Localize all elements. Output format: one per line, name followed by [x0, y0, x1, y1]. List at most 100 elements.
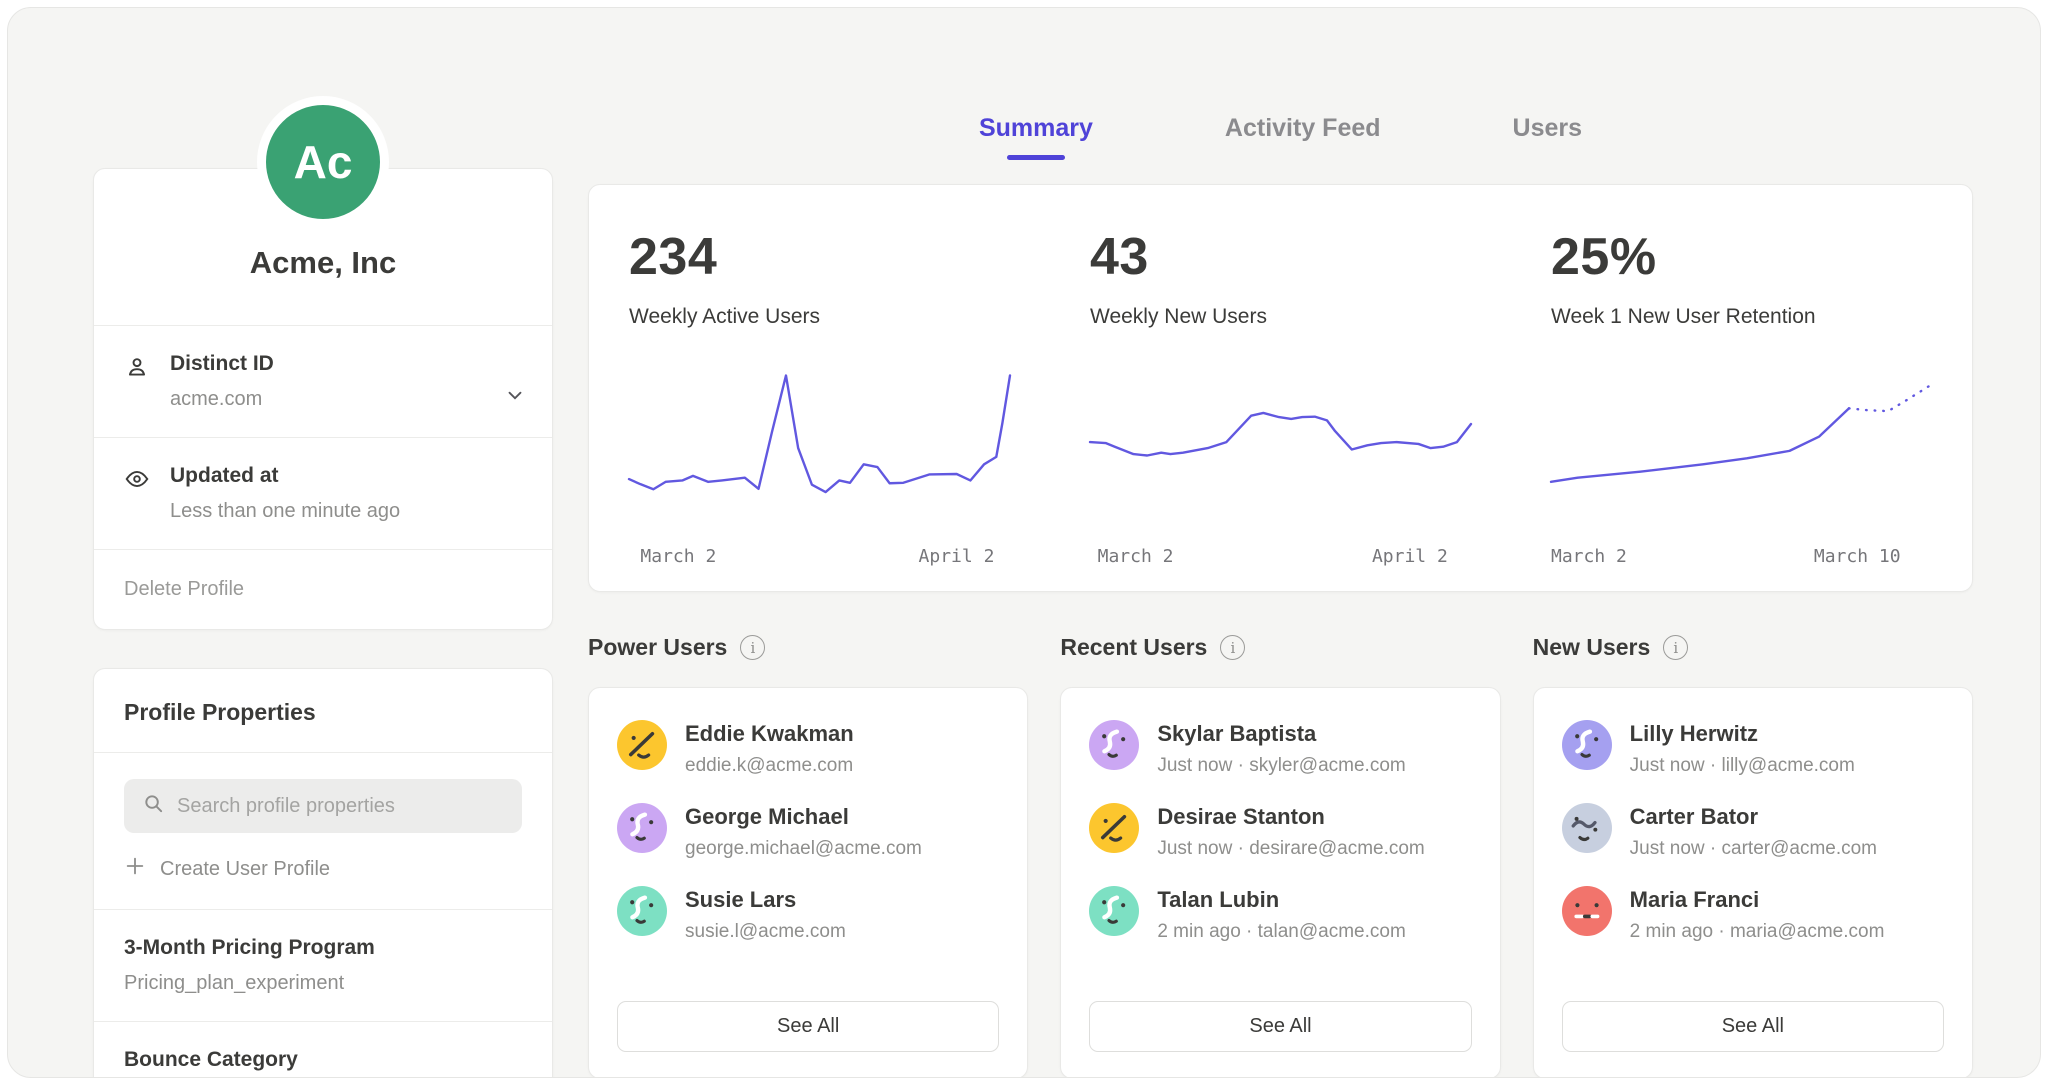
list-header: Recent Users i [1060, 634, 1500, 661]
list-header: Power Usersi [588, 634, 1028, 661]
see-all-button[interactable]: See All [617, 1001, 999, 1052]
updated-at-label: Updated at [170, 464, 400, 488]
updated-at-value: Less than one minute ago [170, 500, 400, 523]
list-title: New Users [1533, 634, 1651, 661]
org-name: Acme, Inc [94, 245, 552, 325]
line-chart-svg [1551, 363, 1932, 511]
see-all-button[interactable]: See All [1562, 1001, 1944, 1052]
plus-icon [124, 855, 146, 883]
user-subtext: 2 min ago · maria@acme.com [1630, 921, 1885, 943]
user-list-card: Eddie Kwakman eddie.k@acme.com George Mich… [588, 687, 1028, 1078]
user-subtext: george.michael@acme.com [685, 838, 922, 860]
stat-panel: 25%Week 1 New User RetentionMarch 2March… [1511, 185, 1972, 591]
window-frame: Ac Acme, Inc Distinct ID acme.com [0, 0, 2048, 1085]
user-lists-row: Power Usersi Eddie Kwakman eddie.k@acme.co… [588, 634, 1973, 1078]
profile-properties-card: Profile Properties [93, 668, 553, 1078]
user-row[interactable]: Maria Franci2 min ago · maria@acme.com [1562, 886, 1944, 943]
line-chart: March 2 April 2 [629, 363, 1010, 567]
user-info: Skylar BaptistaJust now · skyler@acme.co… [1157, 720, 1405, 777]
stat-label: Weekly Active Users [629, 305, 1010, 329]
stat-panel: 43Weekly New UsersMarch 2April 2 [1050, 185, 1511, 591]
line-chart-svg [629, 363, 1010, 511]
x-axis-ticks: March 2 March 10 [1551, 533, 1932, 567]
stat-value: 25% [1551, 227, 1932, 287]
squiggle-face-icon [1089, 720, 1139, 770]
stat-value: 234 [629, 227, 1010, 287]
person-icon [124, 352, 150, 411]
squiggle-face-icon [1562, 720, 1612, 770]
create-user-profile-label: Create User Profile [160, 858, 330, 881]
property-row[interactable]: 3-Month Pricing ProgramPricing_plan_expe… [94, 909, 552, 1021]
user-name: Talan Lubin [1157, 886, 1405, 913]
eye-icon [124, 464, 150, 523]
org-avatar: Ac [257, 96, 389, 228]
user-row[interactable]: Susie Larssusie.l@acme.com [617, 886, 999, 943]
property-list: 3-Month Pricing ProgramPricing_plan_expe… [94, 909, 552, 1078]
user-info: George Michael george.michael@acme.com [685, 803, 922, 860]
see-all-button[interactable]: See All [1089, 1001, 1471, 1052]
tab-bar: Summary Activity Feed Users [588, 114, 1973, 160]
user-name: Skylar Baptista [1157, 720, 1405, 747]
tab-users[interactable]: Users [1513, 114, 1583, 160]
user-list-recent-users: Recent Users i Skylar BaptistaJust now · s… [1060, 634, 1500, 1078]
user-row[interactable]: Desirae StantonJust now · desirare@acme.… [1089, 803, 1471, 860]
line-chart: March 2 March 10 [1551, 363, 1932, 567]
chevron-down-icon[interactable] [504, 384, 526, 411]
list-title: Recent Users [1060, 634, 1207, 661]
user-name: Desirae Stanton [1157, 803, 1424, 830]
user-row[interactable]: Lilly Herwitz Just now · lilly@acme.com [1562, 720, 1944, 777]
distinct-id-row: Distinct ID acme.com [94, 325, 552, 437]
user-row[interactable]: Skylar BaptistaJust now · skyler@acme.co… [1089, 720, 1471, 777]
user-row[interactable]: George Michael george.michael@acme.com [617, 803, 999, 860]
info-icon[interactable]: i [740, 635, 765, 660]
info-icon[interactable]: i [1663, 635, 1688, 660]
x-axis-tick-label: March 10 [1814, 546, 1901, 567]
user-subtext: Just now · carter@acme.com [1630, 838, 1877, 860]
user-subtext: eddie.k@acme.com [685, 755, 854, 777]
line-chart: March 2April 2 [1090, 363, 1471, 567]
user-name: Susie Lars [685, 886, 846, 913]
x-axis-tick-label: March 2 [640, 546, 716, 567]
info-icon[interactable]: i [1220, 635, 1245, 660]
user-info: Lilly Herwitz Just now · lilly@acme.com [1630, 720, 1855, 777]
tab-label: Activity Feed [1225, 114, 1381, 142]
user-info: Desirae StantonJust now · desirare@acme.… [1157, 803, 1424, 860]
user-name: Lilly Herwitz [1630, 720, 1855, 747]
search-input[interactable] [177, 795, 504, 818]
user-row[interactable]: Eddie Kwakman eddie.k@acme.com [617, 720, 999, 777]
user-row[interactable]: Talan Lubin2 min ago · talan@acme.com [1089, 886, 1471, 943]
profile-summary-card: Acme, Inc Distinct ID acme.com [93, 168, 553, 630]
user-name: Carter Bator [1630, 803, 1877, 830]
tab-summary[interactable]: Summary [979, 114, 1093, 160]
property-label: Bounce Category [124, 1048, 522, 1072]
user-info: Eddie Kwakman eddie.k@acme.com [685, 720, 854, 777]
x-axis-ticks: March 2 April 2 [629, 533, 1010, 567]
x-axis-tick-label: March 2 [1098, 546, 1174, 567]
user-name: George Michael [685, 803, 922, 830]
user-name: Eddie Kwakman [685, 720, 854, 747]
search-icon [142, 792, 165, 820]
stat-label: Weekly New Users [1090, 305, 1471, 329]
distinct-id-value: acme.com [170, 388, 274, 411]
delete-profile-button[interactable]: Delete Profile [94, 549, 552, 629]
x-axis-tick-label: April 2 [919, 546, 995, 567]
user-subtext: Just now · lilly@acme.com [1630, 755, 1855, 777]
user-info: Susie Larssusie.l@acme.com [685, 886, 846, 943]
property-label: 3-Month Pricing Program [124, 936, 522, 960]
user-list-new-users: New Users i Lilly Herwitz Just now · lilly@… [1533, 634, 1973, 1078]
x-axis-ticks: March 2April 2 [1090, 533, 1471, 567]
tab-active-underline [1007, 155, 1065, 160]
create-user-profile-button[interactable]: Create User Profile [124, 855, 522, 883]
tab-label: Users [1513, 114, 1583, 142]
main-panel: Summary Activity Feed Users 234 Weekly Acti… [588, 8, 1973, 1078]
user-row[interactable]: Carter Bator Just now · carter@acme.com [1562, 803, 1944, 860]
list-header: New Users i [1533, 634, 1973, 661]
profile-dashboard: Ac Acme, Inc Distinct ID acme.com [7, 7, 2041, 1078]
x-axis-tick-label: March 2 [1551, 546, 1627, 567]
user-list-card: Lilly Herwitz Just now · lilly@acme.com Ca… [1533, 687, 1973, 1078]
user-info: Maria Franci2 min ago · maria@acme.com [1630, 886, 1885, 943]
property-row[interactable]: Bounce Categoryinactive-mailbox [94, 1021, 552, 1078]
updated-at-row: Updated at Less than one minute ago [94, 437, 552, 549]
tab-activity-feed[interactable]: Activity Feed [1225, 114, 1381, 160]
stat-label: Week 1 New User Retention [1551, 305, 1932, 329]
